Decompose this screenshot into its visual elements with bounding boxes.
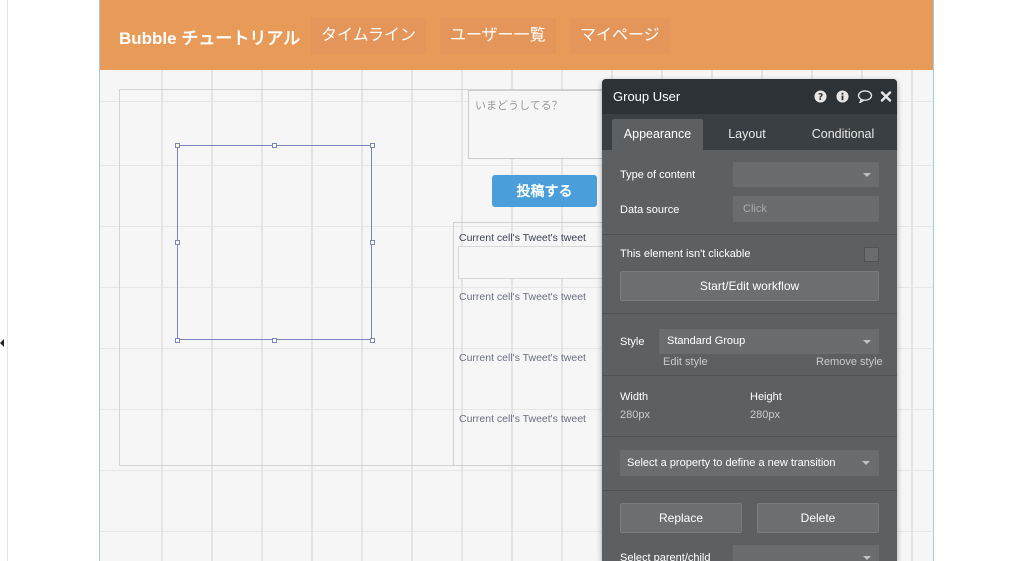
style-select[interactable]: Standard Group — [659, 329, 879, 354]
tweet-cell-text: Current cell's Tweet's tweet — [459, 291, 586, 303]
panel-title: Group User — [613, 89, 681, 104]
tab-appearance[interactable]: Appearance — [612, 119, 703, 150]
section-divider — [602, 313, 897, 314]
tweet-cell-text: Current cell's Tweet's tweet — [459, 413, 586, 425]
width-label: Width — [620, 391, 649, 403]
resize-handle-top-left[interactable] — [175, 143, 180, 148]
style-value: Standard Group — [667, 335, 746, 347]
section-divider — [602, 375, 897, 376]
height-label: Height — [750, 391, 782, 403]
post-button[interactable]: 投稿する — [492, 175, 597, 207]
resize-handle-bottom[interactable] — [272, 338, 277, 343]
help-icon[interactable]: ? — [814, 90, 827, 103]
resize-handle-right[interactable] — [370, 240, 375, 245]
not-clickable-label: This element isn't clickable — [620, 248, 751, 260]
nav-item-mypage[interactable]: マイページ — [570, 18, 670, 54]
property-editor-panel[interactable]: Group User ? Appearance Layout Condition… — [602, 79, 897, 561]
resize-handle-left[interactable] — [175, 240, 180, 245]
nav-item-user-list[interactable]: ユーザー一覧 — [440, 18, 556, 54]
edit-style-link[interactable]: Edit style — [663, 356, 708, 368]
replace-button[interactable]: Replace — [620, 503, 742, 533]
resize-handle-top-right[interactable] — [370, 143, 375, 148]
tweet-cell-text: Current cell's Tweet's tweet — [459, 352, 586, 364]
remove-style-link[interactable]: Remove style — [816, 356, 883, 368]
select-parent-child-label: Select parent/child — [620, 552, 711, 561]
tab-conditional[interactable]: Conditional — [797, 119, 889, 150]
editor-screen: Bubble チュートリアル タイムライン ユーザー一覧 マイページ いまどうし… — [0, 0, 1024, 561]
close-icon[interactable] — [880, 90, 892, 103]
transition-select[interactable]: Select a property to define a new transi… — [620, 450, 879, 476]
chevron-down-icon — [863, 340, 871, 344]
width-value[interactable]: 280px — [620, 409, 650, 421]
chevron-down-icon — [863, 556, 871, 560]
app-header[interactable]: Bubble チュートリアル タイムライン ユーザー一覧 マイページ — [100, 0, 933, 70]
info-icon[interactable] — [836, 90, 849, 103]
type-of-content-select[interactable] — [733, 162, 879, 187]
panel-header[interactable]: Group User ? — [602, 79, 897, 114]
data-source-label: Data source — [620, 204, 680, 216]
select-parent-child-select[interactable] — [733, 545, 879, 561]
panel-tabs: Appearance Layout Conditional — [602, 114, 897, 150]
start-edit-workflow-button[interactable]: Start/Edit workflow — [620, 271, 879, 301]
data-source-placeholder: Click — [743, 203, 767, 215]
collapse-caret-icon[interactable] — [0, 339, 4, 347]
tab-layout[interactable]: Layout — [712, 119, 782, 150]
left-edge-strip — [0, 0, 8, 561]
section-divider — [602, 234, 897, 235]
height-value[interactable]: 280px — [750, 409, 780, 421]
chevron-down-icon — [862, 461, 870, 465]
section-divider — [602, 490, 897, 491]
section-divider — [602, 436, 897, 437]
comment-icon[interactable] — [857, 90, 873, 103]
style-label: Style — [620, 336, 645, 348]
tweet-cell-text[interactable]: Current cell's Tweet's tweet — [459, 232, 586, 244]
chevron-down-icon — [863, 173, 871, 177]
resize-handle-bottom-left[interactable] — [175, 338, 180, 343]
type-of-content-label: Type of content — [620, 169, 696, 181]
svg-text:?: ? — [818, 92, 823, 103]
resize-handle-bottom-right[interactable] — [370, 338, 375, 343]
not-clickable-checkbox[interactable] — [864, 247, 879, 262]
data-source-field[interactable]: Click — [733, 196, 879, 222]
selected-group-user[interactable] — [175, 143, 375, 343]
transition-select-text: Select a property to define a new transi… — [627, 457, 836, 469]
nav-item-timeline[interactable]: タイムライン — [311, 18, 426, 54]
brand-title[interactable]: Bubble チュートリアル — [119, 24, 300, 49]
delete-button[interactable]: Delete — [757, 503, 879, 533]
tweet-input-placeholder: いまどうしてる？ — [475, 100, 563, 112]
resize-handle-top[interactable] — [272, 143, 277, 148]
